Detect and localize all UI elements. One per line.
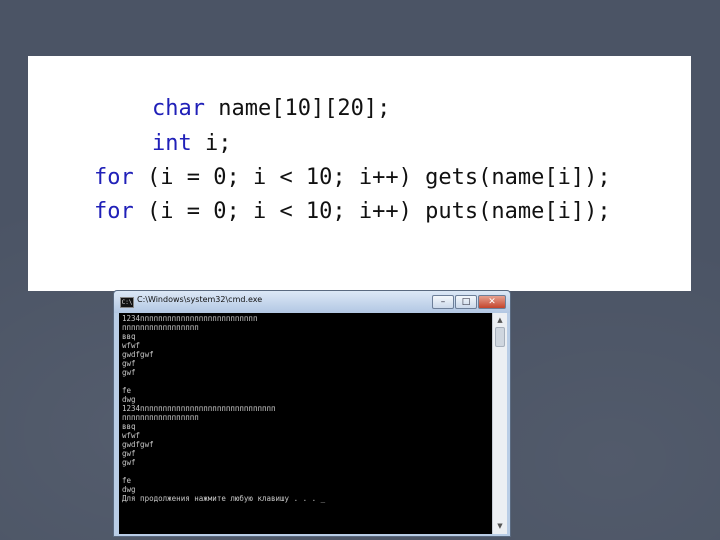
- code-text: i;: [191, 131, 232, 156]
- code-keyword: char: [152, 96, 205, 121]
- close-button[interactable]: ✕: [478, 295, 506, 309]
- cmd-window[interactable]: C:\ C:\Windows\system32\cmd.exe – □ ✕ 12…: [113, 290, 511, 537]
- console-line: gwf: [122, 359, 136, 368]
- title-bar[interactable]: C:\ C:\Windows\system32\cmd.exe – □ ✕: [114, 291, 510, 313]
- scroll-down-icon[interactable]: ▼: [495, 521, 505, 531]
- console-line: ппппппппппппппппп: [122, 323, 199, 332]
- scroll-up-icon[interactable]: ▲: [495, 315, 505, 325]
- code-keyword: for: [94, 165, 134, 190]
- console-output[interactable]: 1234пппппппппппппппппппппппппп ппппппппп…: [119, 313, 492, 534]
- code-text: (i = 0; i < 10; i++) puts(name[i]);: [133, 199, 611, 224]
- code-line-declare-i: int i;: [152, 131, 232, 157]
- console-line: gwdfgwf: [122, 350, 154, 359]
- console-line: 1234пппппппппппппппппппппппппп: [122, 314, 258, 323]
- console-line: gwf: [122, 449, 136, 458]
- console-line: dwg: [122, 395, 136, 404]
- console-line: gwdfgwf: [122, 440, 154, 449]
- minimize-button[interactable]: –: [432, 295, 454, 309]
- maximize-button[interactable]: □: [455, 295, 477, 309]
- console-prompt-line: Для продолжения нажмите любую клавишу . …: [122, 494, 326, 503]
- code-keyword: for: [94, 199, 134, 224]
- code-panel: char name[10][20]; int i; for (i = 0; i …: [28, 56, 691, 291]
- console-line: wfwf: [122, 431, 141, 440]
- window-title: C:\Windows\system32\cmd.exe: [137, 295, 263, 304]
- code-line-puts-loop: for (i = 0; i < 10; i++) puts(name[i]);: [94, 199, 611, 225]
- console-line: fe: [122, 476, 132, 485]
- code-line-declare-name: char name[10][20];: [152, 96, 390, 122]
- console-line: gwf: [122, 368, 136, 377]
- scroll-thumb[interactable]: [495, 327, 505, 347]
- code-keyword: int: [152, 131, 192, 156]
- code-line-gets-loop: for (i = 0; i < 10; i++) gets(name[i]);: [94, 165, 611, 191]
- code-text: name[10][20];: [204, 96, 391, 121]
- cmd-app-icon[interactable]: C:\: [120, 297, 134, 308]
- console-line: ввq: [122, 422, 136, 431]
- console-line: ппппппппппппппппп: [122, 413, 199, 422]
- console-line: dwg: [122, 485, 136, 494]
- console-line: gwf: [122, 458, 136, 467]
- vertical-scrollbar[interactable]: ▲ ▼: [492, 313, 507, 534]
- console-line: wfwf: [122, 341, 141, 350]
- console-line: 1234пппппппппппппппппппппппппппппп: [122, 404, 276, 413]
- console-line: fe: [122, 386, 132, 395]
- code-text: (i = 0; i < 10; i++) gets(name[i]);: [133, 165, 611, 190]
- console-line: ввq: [122, 332, 136, 341]
